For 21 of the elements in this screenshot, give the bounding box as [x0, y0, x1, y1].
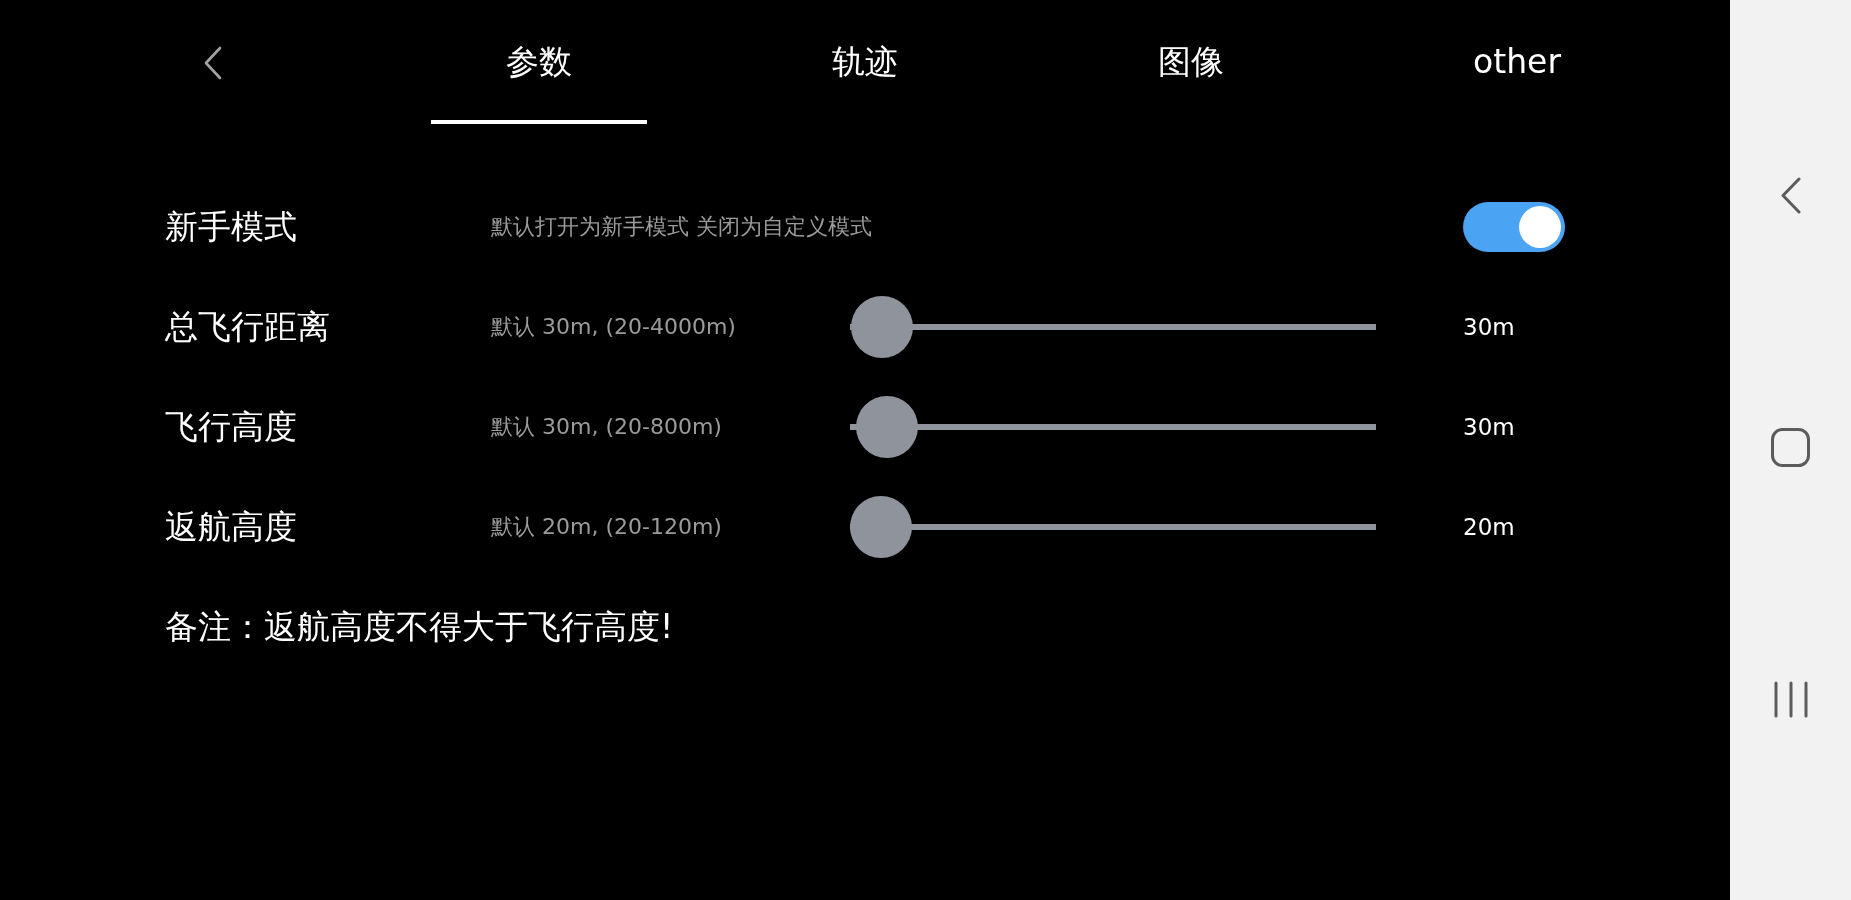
note-text: 备注：返航高度不得大于飞行高度! — [165, 605, 674, 648]
setting-description: 默认 30m, (20-800m) — [491, 413, 722, 441]
tab[interactable]: 轨迹 — [757, 0, 973, 124]
tab[interactable]: 参数 — [431, 0, 647, 124]
slider-value: 20m — [1463, 514, 1515, 540]
setting-label: 返航高度 — [165, 505, 297, 548]
slider-value: 30m — [1463, 314, 1515, 340]
slider-value: 30m — [1463, 414, 1515, 440]
tab[interactable]: 图像 — [1083, 0, 1299, 124]
recent-apps-icon[interactable] — [1773, 680, 1808, 718]
setting-label: 总飞行距离 — [165, 305, 330, 348]
tab[interactable]: other — [1409, 0, 1625, 124]
toggle-switch[interactable] — [1463, 202, 1565, 252]
setting-description: 默认打开为新手模式 关闭为自定义模式 — [491, 213, 872, 241]
setting-label: 新手模式 — [165, 205, 297, 248]
back-icon[interactable] — [203, 46, 223, 80]
back-icon[interactable] — [1779, 176, 1802, 214]
setting-description: 默认 20m, (20-120m) — [491, 513, 722, 541]
home-icon[interactable] — [1771, 427, 1810, 467]
setting-label: 飞行高度 — [165, 405, 297, 448]
setting-description: 默认 30m, (20-4000m) — [491, 313, 736, 341]
